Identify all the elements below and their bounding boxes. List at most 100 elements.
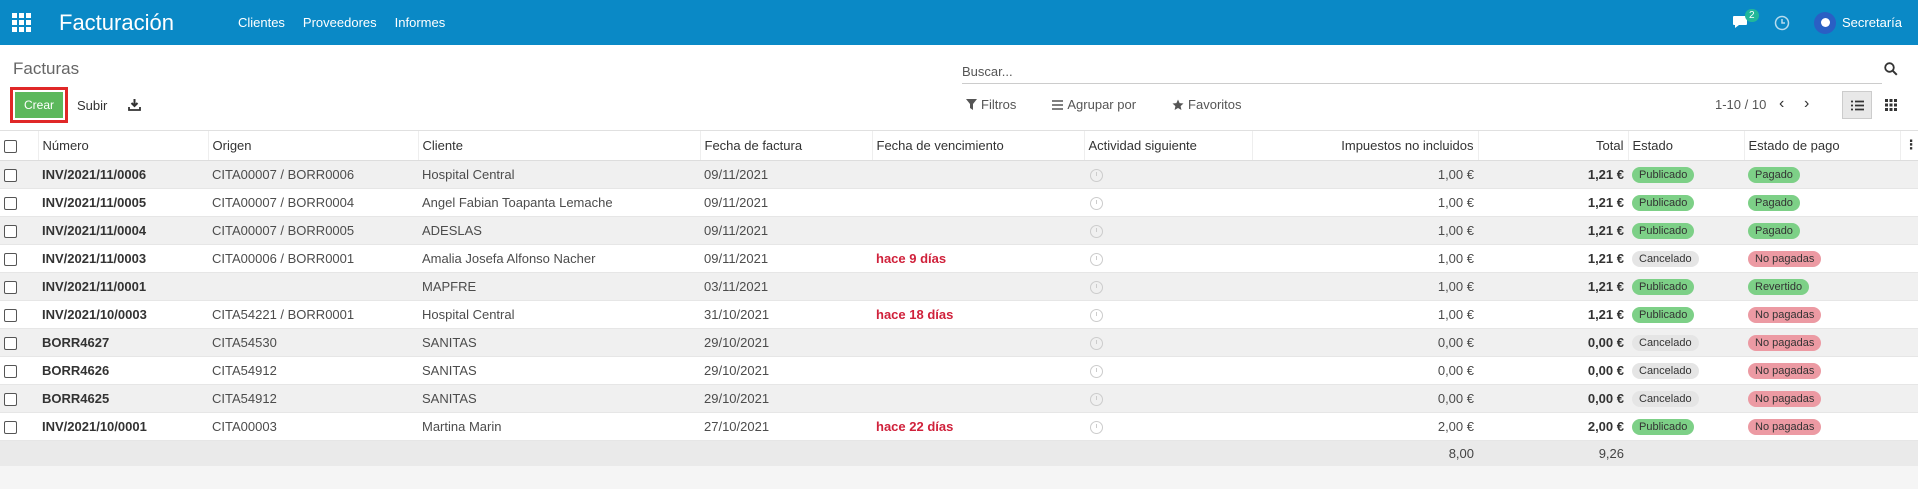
apps-grid-icon[interactable]	[12, 12, 32, 33]
cell-actividad[interactable]	[1084, 328, 1252, 356]
row-checkbox[interactable]	[4, 196, 17, 210]
pager-next-icon[interactable]: ›	[1804, 96, 1809, 112]
cell-cliente: SANITAS	[422, 390, 477, 406]
activity-clock-icon[interactable]	[1090, 280, 1103, 294]
col-header-cliente[interactable]: Cliente	[418, 131, 701, 161]
cell-cliente: Martina Marin	[422, 418, 502, 434]
cell-impuestos: 2,00 €	[1437, 418, 1474, 434]
table-row[interactable]: INV/2021/11/0005 CITA00007 / BORR0004 Ange…	[0, 188, 1918, 216]
cell-actividad[interactable]	[1084, 160, 1252, 188]
table-row[interactable]: BORR4626 CITA54912 SANITAS 29/10/2021 0,00 €…	[0, 356, 1918, 384]
cell-fecha-vencimiento	[872, 356, 1084, 384]
table-row[interactable]: INV/2021/11/0004 CITA00007 / BORR0005 ADES…	[0, 216, 1918, 244]
cell-estado-pago: No pagadas	[1744, 356, 1900, 384]
col-header-total[interactable]: Total	[1478, 131, 1629, 161]
cell-actividad[interactable]	[1084, 384, 1252, 412]
table-row[interactable]: BORR4627 CITA54530 SANITAS 29/10/2021 0,00 €…	[0, 328, 1918, 356]
row-checkbox[interactable]	[4, 252, 17, 266]
table-row[interactable]: BORR4625 CITA54912 SANITAS 29/10/2021 0,00 €…	[0, 384, 1918, 412]
row-checkbox[interactable]	[4, 420, 17, 434]
upload-button[interactable]: Subir	[77, 98, 107, 113]
favorites-button[interactable]: Favoritos	[1172, 97, 1242, 112]
table-row[interactable]: INV/2021/11/0001 MAPFRE 03/11/2021 1,00 € 1,…	[0, 272, 1918, 300]
cell-actividad[interactable]	[1084, 216, 1252, 244]
cell-impuestos: 0,00 €	[1437, 362, 1474, 378]
activity-clock-icon[interactable]	[1090, 308, 1103, 322]
kanban-view-button[interactable]	[1876, 91, 1906, 119]
table-row[interactable]: INV/2021/11/0003 CITA00006 / BORR0001 Amal…	[0, 244, 1918, 272]
activity-clock-icon[interactable]	[1774, 15, 1790, 31]
row-select-cell[interactable]	[0, 272, 38, 300]
cell-estado: Publicado	[1628, 160, 1744, 188]
row-select-cell[interactable]	[0, 188, 38, 216]
filters-button[interactable]: Filtros	[966, 97, 1016, 112]
optional-columns-icon[interactable]: ⋮	[1900, 131, 1918, 161]
cell-fecha-factura: 09/11/2021	[704, 222, 769, 238]
cell-fecha-vencimiento	[872, 384, 1084, 412]
cell-actividad[interactable]	[1084, 244, 1252, 272]
create-button[interactable]: Crear	[10, 87, 68, 123]
row-select-cell[interactable]	[0, 412, 38, 440]
activity-clock-icon[interactable]	[1090, 420, 1103, 434]
select-all-cell[interactable]	[0, 131, 39, 161]
col-header-estado-pago[interactable]: Estado de pago	[1744, 131, 1901, 161]
row-select-cell[interactable]	[0, 160, 38, 188]
row-select-cell[interactable]	[0, 300, 38, 328]
activity-clock-icon[interactable]	[1090, 336, 1103, 350]
search-icon[interactable]	[1884, 62, 1898, 79]
row-select-cell[interactable]	[0, 216, 38, 244]
cell-actividad[interactable]	[1084, 412, 1252, 440]
totals-row: 8,00 9,26	[0, 440, 1918, 466]
cell-actividad[interactable]	[1084, 356, 1252, 384]
row-checkbox[interactable]	[4, 280, 17, 294]
download-icon[interactable]	[128, 98, 141, 114]
row-checkbox[interactable]	[4, 168, 17, 182]
list-view-button[interactable]	[1842, 91, 1872, 119]
row-select-cell[interactable]	[0, 328, 38, 356]
col-header-fecha-factura[interactable]: Fecha de factura	[700, 131, 873, 161]
menu-item-informes[interactable]: Informes	[395, 15, 446, 30]
search-input[interactable]	[962, 60, 1882, 84]
row-checkbox[interactable]	[4, 224, 17, 238]
cell-actividad[interactable]	[1084, 188, 1252, 216]
cell-fecha-factura: 27/10/2021	[704, 418, 770, 434]
table-row[interactable]: INV/2021/10/0003 CITA54221 / BORR0001 Hosp…	[0, 300, 1918, 328]
col-header-origen[interactable]: Origen	[208, 131, 419, 161]
row-select-cell[interactable]	[0, 384, 38, 412]
col-header-fecha-vencimiento[interactable]: Fecha de vencimiento	[872, 131, 1085, 161]
activity-clock-icon[interactable]	[1090, 224, 1103, 238]
cell-numero: INV/2021/11/0001	[42, 278, 147, 294]
pager-prev-icon[interactable]: ‹	[1779, 96, 1784, 112]
table-row[interactable]: INV/2021/10/0001 CITA00003 Martina Marin 27…	[0, 412, 1918, 440]
col-header-numero[interactable]: Número	[38, 131, 209, 161]
activity-clock-icon[interactable]	[1090, 196, 1103, 210]
create-button-label: Crear	[15, 92, 63, 118]
pager-value[interactable]: 1-10 / 10	[1715, 97, 1766, 112]
activity-clock-icon[interactable]	[1090, 364, 1103, 378]
cell-actividad[interactable]	[1084, 272, 1252, 300]
chat-icon[interactable]: 2	[1732, 8, 1759, 31]
select-all-checkbox[interactable]	[4, 139, 17, 153]
row-checkbox[interactable]	[4, 364, 17, 378]
menu-item-clientes[interactable]: Clientes	[238, 15, 285, 30]
cell-estado: Publicado	[1628, 216, 1744, 244]
row-checkbox[interactable]	[4, 392, 17, 406]
activity-clock-icon[interactable]	[1090, 392, 1103, 406]
user-menu[interactable]: Secretaría	[1814, 11, 1902, 34]
activity-clock-icon[interactable]	[1090, 252, 1103, 266]
activity-clock-icon[interactable]	[1090, 168, 1103, 182]
col-header-impuestos[interactable]: Impuestos no incluidos	[1252, 131, 1479, 161]
row-checkbox[interactable]	[4, 336, 17, 350]
col-header-estado[interactable]: Estado	[1628, 131, 1745, 161]
filters-label: Filtros	[981, 97, 1017, 112]
menu-item-proveedores[interactable]: Proveedores	[303, 15, 377, 30]
group-by-button[interactable]: Agrupar por	[1052, 97, 1136, 112]
table-row[interactable]: INV/2021/11/0006 CITA00007 / BORR0006 Hosp…	[0, 160, 1918, 188]
row-select-cell[interactable]	[0, 356, 38, 384]
row-select-cell[interactable]	[0, 244, 38, 272]
cell-actividad[interactable]	[1084, 300, 1252, 328]
cell-total: 0,00 €	[1587, 390, 1624, 406]
cell-cliente: MAPFRE	[422, 278, 477, 294]
row-checkbox[interactable]	[4, 308, 17, 322]
col-header-actividad[interactable]: Actividad siguiente	[1084, 131, 1253, 161]
